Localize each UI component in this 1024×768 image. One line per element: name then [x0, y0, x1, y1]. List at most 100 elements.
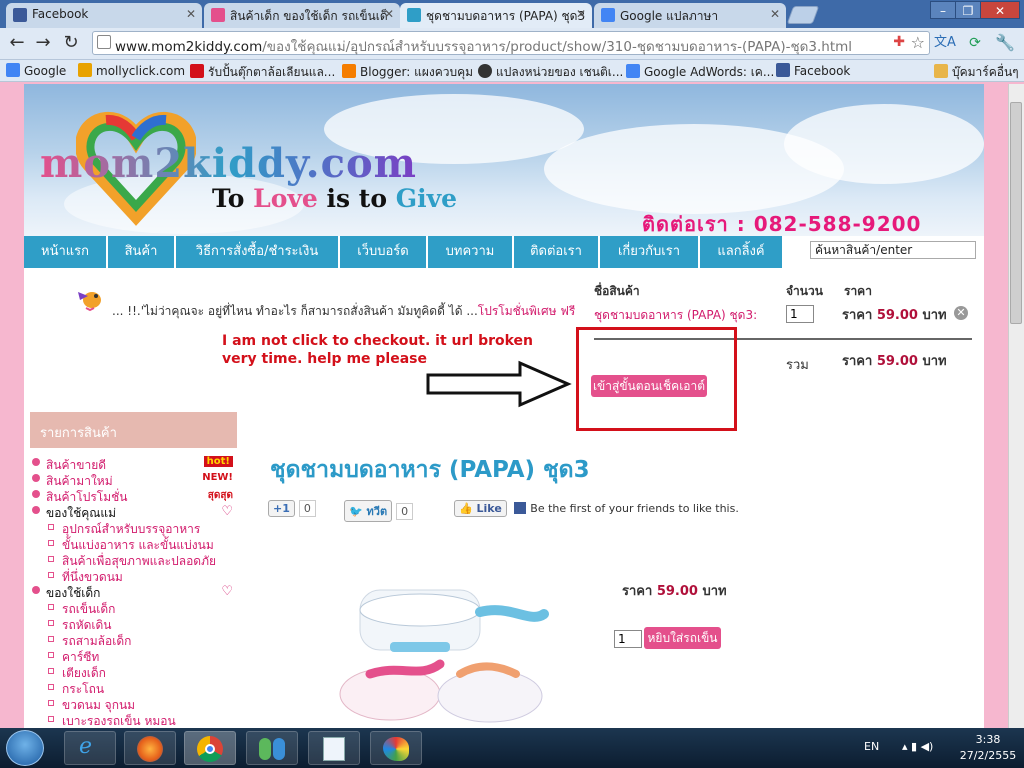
forward-arrow-icon[interactable]: → — [32, 32, 54, 54]
address-bar[interactable]: www.mom2kiddy.com/ของใช้คุณแม่/อุปกรณ์สำ… — [92, 31, 930, 55]
annotation-highlight-box — [576, 327, 737, 431]
sidebar-item-mom[interactable]: ของใช้คุณแม่ ♡ — [30, 504, 237, 520]
close-icon[interactable]: ✕ — [576, 7, 586, 21]
cart-qty-input[interactable] — [786, 305, 814, 323]
nav-articles[interactable]: บทความ — [428, 236, 514, 268]
gplus-button[interactable]: +1 — [268, 500, 295, 517]
tab-google-translate[interactable]: Google แปลภาษา ✕ — [594, 3, 786, 28]
other-bookmarks[interactable]: บุ๊คมาร์คอื่นๆ — [934, 63, 1019, 82]
sidebar-item-bottles[interactable]: ขวดนม จุกนม — [30, 696, 237, 712]
like-button[interactable]: 👍 Like — [454, 500, 507, 517]
nav-webboard[interactable]: เว็บบอร์ด — [340, 236, 428, 268]
bookmark-mollyclick[interactable]: mollyclick.com — [78, 63, 185, 78]
wrench-icon[interactable]: 🔧 — [994, 32, 1016, 54]
back-arrow-icon[interactable]: ← — [6, 32, 28, 54]
blogger-icon — [342, 64, 356, 78]
browser-toolbar: ← → ↻ www.mom2kiddy.com/ของใช้คุณแม่/อุป… — [0, 28, 1024, 60]
nav-contact[interactable]: ติดต่อเรา — [514, 236, 600, 268]
page-icon — [97, 35, 111, 49]
tray-icons[interactable]: ▴ ▮ ◀) — [902, 740, 933, 753]
browser-tab-bar: Facebook ✕ สินค้าเด็ก ของใช้เด็ก รถเข็นเ… — [0, 0, 1024, 28]
product-search-input[interactable] — [810, 241, 976, 259]
notepad-icon[interactable] — [308, 731, 360, 765]
sidebar-item-new[interactable]: สินค้ามาใหม่ NEW! — [30, 472, 237, 488]
new-badge: NEW! — [202, 472, 233, 483]
firefox-icon[interactable] — [124, 731, 176, 765]
site-header: mom2kiddy.com To Love is to Give ติดต่อเ… — [24, 84, 984, 236]
minimize-button[interactable]: – — [930, 1, 956, 19]
language-indicator[interactable]: EN — [864, 740, 879, 753]
maximize-button[interactable]: ❐ — [955, 1, 981, 19]
remove-item-icon[interactable]: ✕ — [954, 306, 968, 320]
sidebar-item-food-dividers[interactable]: ขั้นแบ่งอาหาร และขั้นแบ่งนม — [30, 536, 237, 552]
bookmark-google[interactable]: Google — [6, 63, 66, 78]
nav-how-to-order[interactable]: วิธีการสั่งซื้อ/ชำระเงิน — [176, 236, 340, 268]
bookmark-unit-converter[interactable]: แปลงหน่วยของ เชนติเ... — [478, 63, 623, 82]
annotation-arrow-icon — [426, 360, 572, 408]
scrollbar-thumb[interactable] — [1010, 102, 1022, 324]
product-qty-input[interactable] — [614, 630, 642, 648]
translate-icon[interactable]: 文A — [934, 32, 956, 54]
paint-icon[interactable] — [370, 731, 422, 765]
windows-taskbar: e EN ▴ ▮ ◀) 3:38 27/2/2555 — [0, 728, 1024, 768]
bookmark-blogger[interactable]: Blogger: แผงควบคุม — [342, 63, 473, 82]
clock-date[interactable]: 27/2/2555 — [958, 749, 1018, 762]
extension-icon[interactable]: ✚ — [893, 34, 905, 50]
product-price: ราคา 59.00 บาท — [622, 584, 727, 599]
close-icon[interactable]: ✕ — [186, 7, 196, 21]
heart-icon: ♡ — [221, 504, 233, 519]
converter-icon — [478, 64, 492, 78]
messenger-icon[interactable] — [246, 731, 298, 765]
mollyclick-icon — [78, 63, 92, 77]
sidebar-item-stroller-pads[interactable]: เบาะรองรถเข็น หมอน — [30, 712, 237, 728]
sidebar-item-cribs[interactable]: เตียงเด็ก — [30, 664, 237, 680]
sidebar-item-promotion[interactable]: สินค้าโปรโมชั่น สุดสุด — [30, 488, 237, 504]
bookmark-facebook[interactable]: Facebook — [776, 63, 850, 78]
site-logo[interactable]: mom2kiddy.com — [40, 140, 417, 187]
cart-item-name[interactable]: ชุดชามบดอาหาร (PAPA) ชุด3: — [594, 306, 757, 325]
tweet-count: 0 — [396, 503, 414, 520]
sidebar-item-tricycles[interactable]: รถสามล้อเด็ก — [30, 632, 237, 648]
close-icon[interactable]: ✕ — [384, 7, 394, 21]
bookmark-adwords[interactable]: Google AdWords: เค... — [626, 63, 774, 82]
close-icon[interactable]: ✕ — [770, 7, 780, 21]
bookmark-cartoon[interactable]: รับปั้นตุ๊กตาล้อเลียนแล... — [190, 63, 335, 82]
tweet-button[interactable]: 🐦 ทวีต — [344, 500, 393, 522]
sidebar-item-sterilizer[interactable]: ที่นึ่งขวดนม — [30, 568, 237, 584]
bookmark-star-icon[interactable]: ☆ — [911, 33, 925, 52]
tweet-widget[interactable]: 🐦 ทวีต 0 — [344, 500, 414, 522]
tab-mom2kiddy-home[interactable]: สินค้าเด็ก ของใช้เด็ก รถเข็นเด็ ✕ — [204, 3, 400, 28]
reload-icon[interactable]: ↻ — [60, 32, 82, 54]
sidebar-item-strollers[interactable]: รถเข็นเด็ก — [30, 600, 237, 616]
nav-products[interactable]: สินค้า — [108, 236, 176, 268]
cart-total-price: ราคา 59.00 บาท — [842, 354, 947, 369]
sync-icon[interactable]: ⟳ — [964, 32, 986, 54]
sidebar-item-kids[interactable]: ของใช้เด็ก ♡ — [30, 584, 237, 600]
add-to-cart-button[interactable]: หยิบใส่รถเข็น — [644, 627, 721, 649]
chrome-icon[interactable] — [184, 731, 236, 765]
nav-about[interactable]: เกี่ยวกับเรา — [600, 236, 700, 268]
cart-col-name: ชื่อสินค้า — [594, 284, 640, 298]
gplus-widget[interactable]: +1 0 — [268, 500, 316, 520]
start-button[interactable] — [6, 730, 44, 766]
tab-title: ชุดชามบดอาหาร (PAPA) ชุด3 — [426, 9, 586, 23]
facebook-like-widget: 👍 Like Be the first of your friends to l… — [454, 500, 739, 520]
cart-col-price: ราคา — [844, 284, 872, 298]
clock-time[interactable]: 3:38 — [958, 733, 1018, 746]
tab-title: Google แปลภาษา — [620, 9, 719, 23]
tab-title: สินค้าเด็ก ของใช้เด็ก รถเข็นเด็ — [230, 9, 388, 23]
new-tab-button[interactable] — [786, 6, 820, 24]
internet-explorer-icon[interactable]: e — [64, 731, 116, 765]
sidebar-item-food-containers[interactable]: อุปกรณ์สำหรับบรรจุอาหาร — [30, 520, 237, 536]
tab-product-page[interactable]: ชุดชามบดอาหาร (PAPA) ชุด3 ✕ — [400, 3, 592, 28]
sidebar-item-potty[interactable]: กระโถน — [30, 680, 237, 696]
nav-link-exchange[interactable]: แลกลิ้งค์ — [700, 236, 784, 268]
sidebar-item-health[interactable]: สินค้าเพื่อสุขภาพและปลอดภัย — [30, 552, 237, 568]
main-navigation: หน้าแรก สินค้า วิธีการสั่งซื้อ/ชำระเงิน … — [24, 236, 984, 268]
sidebar-item-bestseller[interactable]: สินค้าขายดี hot! — [30, 456, 237, 472]
tab-facebook[interactable]: Facebook ✕ — [6, 3, 202, 28]
window-close-button[interactable]: ✕ — [980, 1, 1020, 19]
sidebar-item-walkers[interactable]: รถหัดเดิน — [30, 616, 237, 632]
nav-home[interactable]: หน้าแรก — [24, 236, 108, 268]
sidebar-item-carseats[interactable]: คาร์ซีท — [30, 648, 237, 664]
